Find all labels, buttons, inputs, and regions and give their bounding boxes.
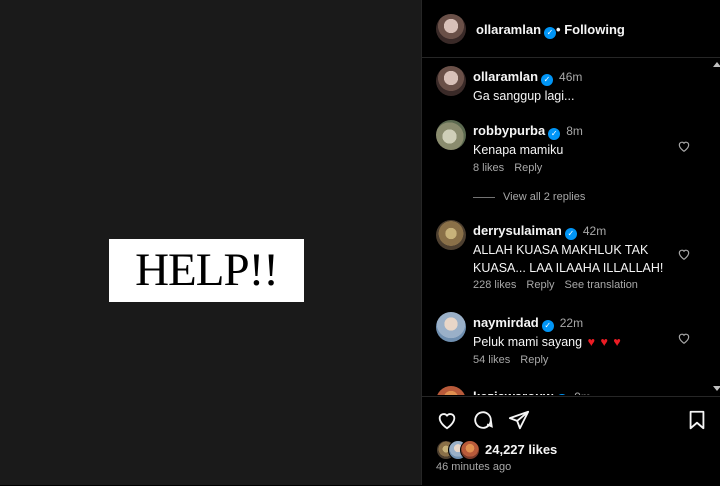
comment-meta: 228 likes Reply See translation — [473, 279, 648, 291]
reply-button[interactable]: Reply — [526, 279, 554, 291]
comment-time: 22m — [559, 316, 584, 330]
reply-button[interactable]: Reply — [514, 162, 542, 174]
paper-plane-icon[interactable] — [508, 409, 530, 431]
liker-avatar — [460, 440, 480, 460]
comment-text: Peluk mami sayang ♥ ♥ ♥ — [473, 335, 622, 349]
comment-username[interactable]: derrysulaiman — [473, 223, 562, 238]
verified-badge-icon: ✓ — [548, 128, 561, 140]
verified-badge-icon: ✓ — [544, 27, 557, 39]
comment-bubble-icon[interactable] — [472, 409, 494, 431]
help-text-box: HELP!! — [109, 239, 304, 302]
view-replies-label: View all 2 replies — [503, 191, 586, 203]
post-image: HELP!! — [0, 0, 421, 485]
comment-username[interactable]: robbypurba — [473, 123, 545, 138]
caption-text: Ga sanggup lagi... — [473, 89, 575, 103]
comment-text: ALLAH KUASA MAKHLUK TAK KUASA... LAA ILA… — [473, 243, 664, 275]
following-status[interactable]: • Following — [556, 22, 625, 37]
caption-time: 46m — [559, 70, 583, 84]
red-heart-emoji: ♥ ♥ ♥ — [587, 335, 622, 349]
comment-meta: 54 likes Reply — [473, 354, 558, 366]
comment-header: derrysulaiman ✓ 42m — [473, 223, 606, 240]
comment-likes[interactable]: 54 likes — [473, 354, 510, 366]
comment-avatar[interactable] — [436, 220, 466, 250]
verified-badge-icon: ✓ — [564, 228, 577, 240]
scroll-down-arrow-icon[interactable] — [713, 386, 720, 391]
comment-meta: 8 likes Reply — [473, 162, 552, 174]
comment-time: 42m — [582, 224, 607, 238]
post-header: ollaramlan ✓ • Following — [422, 0, 720, 58]
reply-button[interactable]: Reply — [520, 354, 548, 366]
heart-outline-icon[interactable] — [677, 247, 691, 261]
verified-badge-icon: ✓ — [541, 320, 554, 332]
heart-outline-icon[interactable] — [677, 139, 691, 153]
comment-time: 8m — [566, 124, 583, 138]
comment-username[interactable]: keziawarouw — [473, 389, 553, 395]
bookmark-icon[interactable] — [686, 409, 708, 431]
comment-time: 9m — [574, 390, 591, 395]
post-actions: 24,227 likes 46 minutes ago — [422, 396, 720, 486]
replies-divider — [473, 196, 495, 198]
author-avatar[interactable] — [436, 14, 466, 44]
comment-header: robbypurba ✓ 8m — [473, 123, 583, 140]
comment-username[interactable]: naymirdad — [473, 315, 539, 330]
comments-list[interactable]: ollaramlan ✓ 46m Ga sanggup lagi... robbyp… — [422, 58, 720, 395]
comment-header: naymirdad ✓ 22m — [473, 315, 583, 332]
separator-dot: • — [556, 22, 561, 37]
following-label: Following — [564, 22, 625, 37]
caption-header: ollaramlan ✓ 46m — [473, 69, 582, 86]
comments-scrollbar[interactable] — [711, 60, 720, 393]
view-replies-button[interactable]: View all 2 replies — [473, 191, 585, 203]
comment-avatar[interactable] — [436, 120, 466, 150]
comment-likes[interactable]: 228 likes — [473, 279, 516, 291]
caption-avatar[interactable] — [436, 66, 466, 96]
verified-badge-icon: ✓ — [541, 74, 554, 86]
post-sidebar: ollaramlan ✓ • Following ollaramlan ✓ 46m G… — [421, 0, 720, 485]
verified-badge-icon: ✓ — [556, 394, 569, 395]
see-translation-button[interactable]: See translation — [565, 279, 638, 291]
author-username[interactable]: ollaramlan ✓ — [476, 22, 557, 39]
comment-likes[interactable]: 8 likes — [473, 162, 504, 174]
likes-count[interactable]: 24,227 likes — [485, 442, 557, 457]
post-timestamp: 46 minutes ago — [436, 461, 512, 473]
comment-avatar[interactable] — [436, 312, 466, 342]
scroll-up-arrow-icon[interactable] — [713, 62, 720, 67]
comment-header: keziawarouw✓ 9m — [473, 389, 591, 395]
caption-username[interactable]: ollaramlan — [473, 69, 538, 84]
heart-outline-icon[interactable] — [677, 331, 691, 345]
heart-outline-icon[interactable] — [436, 409, 458, 431]
comment-text: Kenapa mamiku — [473, 143, 564, 157]
comment-avatar[interactable] — [436, 386, 466, 395]
